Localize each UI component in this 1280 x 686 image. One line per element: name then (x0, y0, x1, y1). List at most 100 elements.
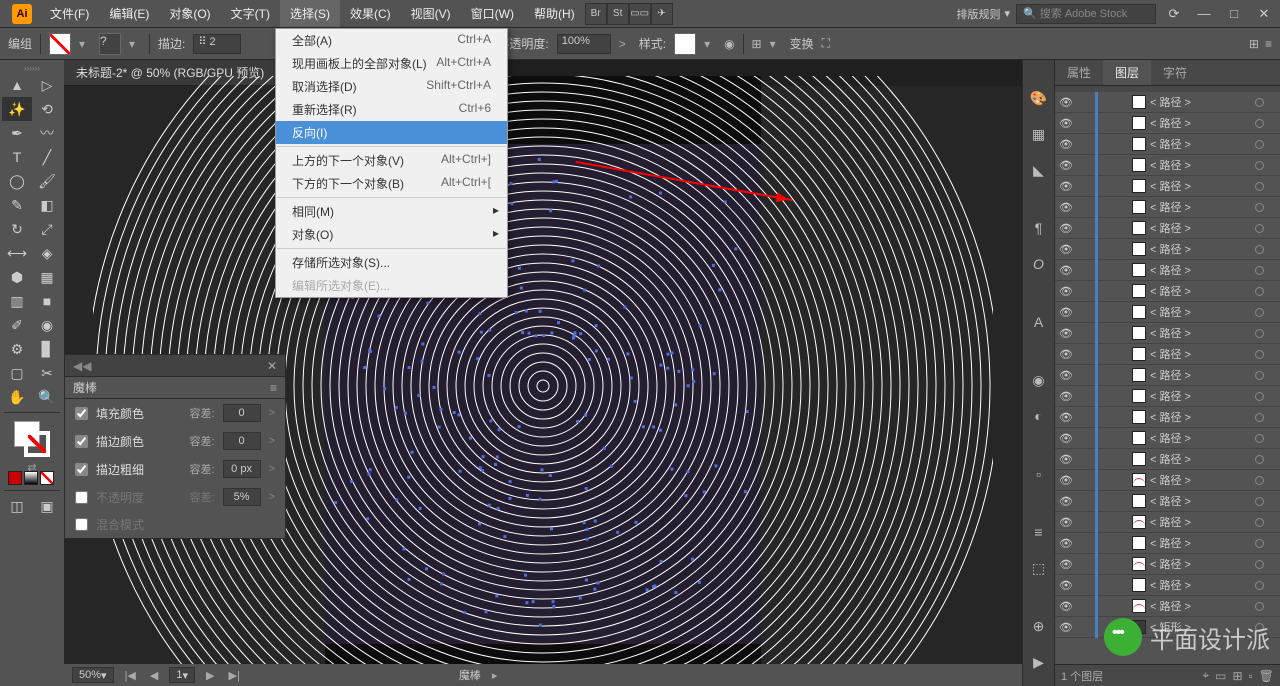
arrange-icon[interactable]: ▭▭ (629, 3, 651, 25)
workspace-switcher[interactable]: 排版规则▾ (956, 6, 1010, 22)
target-icon[interactable] (1255, 350, 1264, 359)
menu-视图[interactable]: 视图(V) (401, 0, 461, 27)
shape-builder-tool[interactable]: ⬢ (2, 265, 32, 289)
visibility-icon[interactable]: 👁 (1059, 600, 1073, 613)
panel-menu-icon[interactable]: ≡ (270, 381, 277, 395)
style-swatch[interactable] (674, 33, 696, 55)
menu-编辑[interactable]: 编辑(E) (99, 0, 159, 27)
layer-row[interactable]: 👁< 路径 > (1055, 197, 1280, 218)
menu-item[interactable]: 相同(M)▸ (276, 200, 507, 223)
shaper-tool[interactable]: ✎ (2, 193, 32, 217)
visibility-icon[interactable]: 👁 (1059, 474, 1073, 487)
target-icon[interactable] (1255, 476, 1264, 485)
lasso-tool[interactable]: ⟲ (32, 97, 62, 121)
width-tool[interactable]: ⟷ (2, 241, 32, 265)
target-icon[interactable] (1255, 119, 1264, 128)
layer-row[interactable]: 👁< 路径 > (1055, 92, 1280, 113)
rectangle-tool[interactable]: ◯ (2, 169, 32, 193)
layer-row[interactable]: 👁< 路径 > (1055, 134, 1280, 155)
wand-checkbox[interactable] (75, 435, 88, 448)
align-panel-icon[interactable]: ≡ (1026, 519, 1052, 545)
draw-mode-icon[interactable]: ◫ (2, 494, 32, 518)
target-icon[interactable] (1255, 434, 1264, 443)
blend-tool[interactable]: ◉ (32, 313, 62, 337)
clip-mask-icon[interactable]: ▭ (1215, 669, 1226, 683)
color-mode-solid[interactable] (8, 471, 22, 485)
hand-tool[interactable]: ✋ (2, 385, 32, 409)
locate-layer-icon[interactable]: ⌖ (1202, 668, 1209, 683)
menu-item[interactable]: 下方的下一个对象(B)Alt+Ctrl+[ (276, 172, 507, 195)
eyedropper-tool[interactable]: ✐ (2, 313, 32, 337)
target-icon[interactable] (1255, 371, 1264, 380)
target-icon[interactable] (1255, 497, 1264, 506)
visibility-icon[interactable]: 👁 (1059, 222, 1073, 235)
color-mode-none[interactable] (40, 471, 54, 485)
help-button[interactable]: ? (99, 33, 121, 55)
visibility-icon[interactable]: 👁 (1059, 453, 1073, 466)
menu-文件[interactable]: 文件(F) (40, 0, 99, 27)
menu-窗口[interactable]: 窗口(W) (461, 0, 524, 27)
target-icon[interactable] (1255, 413, 1264, 422)
graphic-styles-panel-icon[interactable]: ◐ (1026, 403, 1052, 429)
symbol-sprayer-tool[interactable]: ⚙ (2, 337, 32, 361)
target-icon[interactable] (1255, 140, 1264, 149)
layer-row[interactable]: 👁< 矩形 > (1055, 617, 1280, 638)
target-icon[interactable] (1255, 329, 1264, 338)
slice-tool[interactable]: ✂ (32, 361, 62, 385)
opentype-panel-icon[interactable]: O (1026, 251, 1052, 277)
visibility-icon[interactable]: 👁 (1059, 516, 1073, 529)
target-icon[interactable] (1255, 308, 1264, 317)
pathfinder-panel-icon[interactable]: ⬚ (1026, 555, 1052, 581)
transparency-panel-icon[interactable]: ▫ (1026, 461, 1052, 487)
visibility-icon[interactable]: 👁 (1059, 138, 1073, 151)
opacity-input[interactable]: 100% (557, 34, 611, 54)
layer-row[interactable]: 👁< 路径 > (1055, 470, 1280, 491)
search-stock-input[interactable]: 🔍 搜索 Adobe Stock (1016, 4, 1156, 24)
layer-row[interactable]: 👁< 路径 > (1055, 575, 1280, 596)
target-icon[interactable] (1255, 623, 1264, 632)
layer-row[interactable]: 👁< 路径 > (1055, 302, 1280, 323)
gradient-tool[interactable]: ■ (32, 289, 62, 313)
layer-row[interactable]: 👁< 路径 > (1055, 281, 1280, 302)
zoom-level[interactable]: 50% ▾ (72, 667, 114, 683)
target-icon[interactable] (1255, 287, 1264, 296)
layer-row[interactable]: 👁< 路径 > (1055, 386, 1280, 407)
visibility-icon[interactable]: 👁 (1059, 264, 1073, 277)
artboard-number[interactable]: 1 ▾ (169, 667, 195, 683)
visibility-icon[interactable]: 👁 (1059, 159, 1073, 172)
artboard-last[interactable]: ▶| (225, 669, 242, 682)
target-icon[interactable] (1255, 266, 1264, 275)
free-transform-icon[interactable]: ⛶ (822, 36, 830, 51)
character-panel-icon[interactable]: A (1026, 309, 1052, 335)
tolerance-input[interactable]: 0 (223, 432, 261, 450)
wand-checkbox[interactable] (75, 518, 88, 531)
target-icon[interactable] (1255, 602, 1264, 611)
menu-item[interactable]: 全部(A)Ctrl+A (276, 29, 507, 52)
visibility-icon[interactable]: 👁 (1059, 285, 1073, 298)
target-icon[interactable] (1255, 392, 1264, 401)
artboard-prev[interactable]: ◀ (147, 669, 161, 682)
direct-selection-tool[interactable]: ▷ (32, 73, 62, 97)
visibility-icon[interactable]: 👁 (1059, 327, 1073, 340)
perspective-tool[interactable]: ▦ (32, 265, 62, 289)
visibility-icon[interactable]: 👁 (1059, 306, 1073, 319)
fill-swatch[interactable] (49, 33, 71, 55)
layer-row[interactable]: 👁< 路径 > (1055, 344, 1280, 365)
color-panel-icon[interactable]: 🎨 (1026, 85, 1052, 111)
swatches-panel-icon[interactable]: ▦ (1026, 121, 1052, 147)
menu-文字[interactable]: 文字(T) (221, 0, 280, 27)
menu-item[interactable]: 对象(O)▸ (276, 223, 507, 246)
target-icon[interactable] (1255, 182, 1264, 191)
layer-row[interactable]: 👁< 路径 > (1055, 512, 1280, 533)
close-button[interactable]: ✕ (1252, 6, 1276, 22)
actions-panel-icon[interactable]: ▶ (1026, 649, 1052, 675)
menu-item[interactable]: 存储所选对象(S)... (276, 251, 507, 274)
curvature-tool[interactable]: 〰 (32, 121, 62, 145)
visibility-icon[interactable]: 👁 (1059, 117, 1073, 130)
layer-row[interactable]: 👁< 路径 > (1055, 449, 1280, 470)
wand-option[interactable]: 不透明度容差:5%> (65, 483, 285, 511)
fill-stroke-proxy[interactable] (14, 421, 50, 457)
target-icon[interactable] (1255, 455, 1264, 464)
visibility-icon[interactable]: 👁 (1059, 579, 1073, 592)
menu-选择[interactable]: 选择(S) (280, 0, 340, 27)
